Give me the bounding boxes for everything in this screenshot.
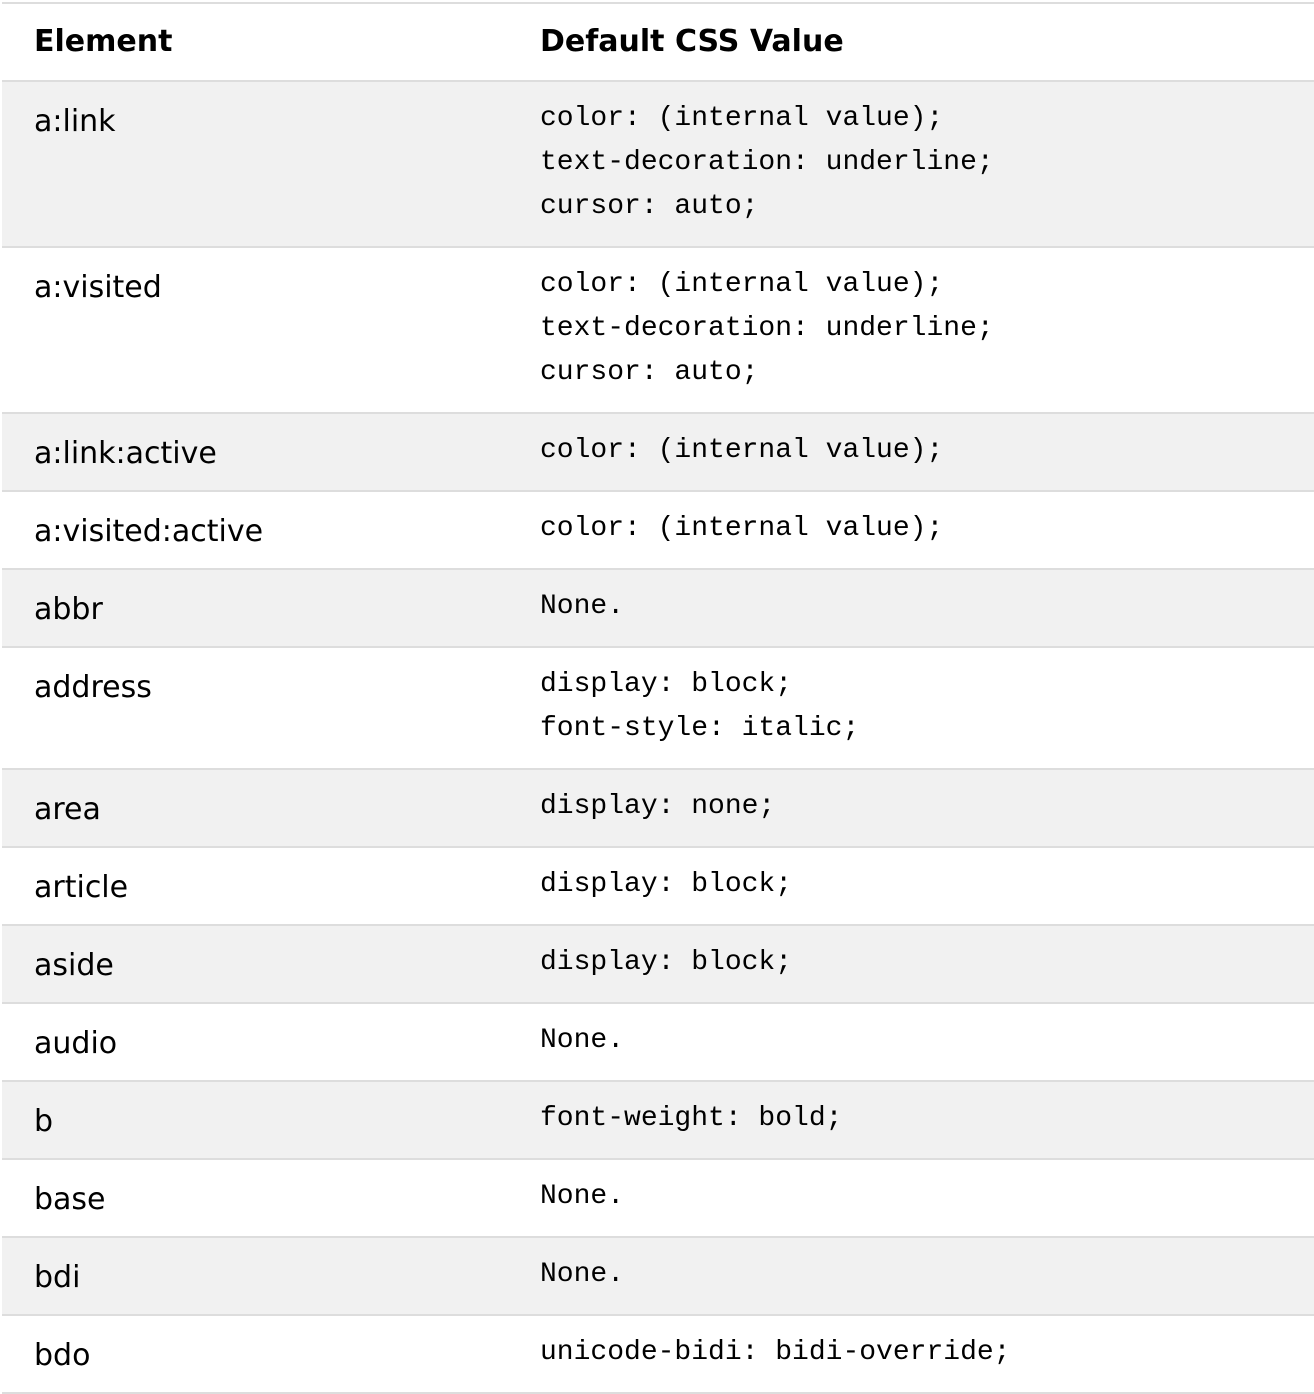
- element-name-cell: bdi: [34, 1260, 81, 1295]
- css-declaration-line: color: (internal value);: [540, 435, 944, 466]
- table-row: a:link:active color: (internal value);: [2, 414, 1314, 492]
- element-name-cell: audio: [34, 1026, 118, 1061]
- default-css-value-cell: color: (internal value); text-decoration:…: [540, 82, 1314, 246]
- default-css-value-cell: color: (internal value);: [540, 414, 1314, 490]
- table-header-row: Element Default CSS Value: [2, 4, 1314, 82]
- element-name-cell: aside: [34, 948, 114, 983]
- element-name-cell: bdo: [34, 1338, 91, 1373]
- css-declaration-line: display: block;: [540, 869, 793, 900]
- element-name-cell: a:link: [34, 104, 116, 139]
- css-declaration-line: color: (internal value);: [540, 103, 944, 134]
- css-declaration-line: display: block;: [540, 947, 793, 978]
- default-css-value-cell: display: block;: [540, 848, 1314, 924]
- table-row: bdi None.: [2, 1238, 1314, 1316]
- element-name-cell: article: [34, 870, 129, 905]
- css-declaration-line: color: (internal value);: [540, 513, 944, 544]
- element-name-cell: a:link:active: [34, 436, 217, 471]
- css-declaration-line: None.: [540, 1181, 625, 1212]
- default-css-value-cell: display: block;: [540, 926, 1314, 1002]
- element-name-cell: address: [34, 670, 152, 705]
- css-declaration-line: None.: [540, 1259, 625, 1290]
- table-row: base None.: [2, 1160, 1314, 1238]
- element-name-cell: b: [34, 1104, 54, 1139]
- table-row: address display: block; font-style: italic…: [2, 648, 1314, 770]
- table-row: a:visited color: (internal value); text-de…: [2, 248, 1314, 414]
- css-declaration-line: None.: [540, 591, 625, 622]
- default-css-value-cell: font-weight: bold;: [540, 1082, 1314, 1158]
- element-name-cell: area: [34, 792, 101, 827]
- default-css-value-cell: color: (internal value);: [540, 492, 1314, 568]
- table-row: aside display: block;: [2, 926, 1314, 1004]
- default-css-value-cell: color: (internal value); text-decoration:…: [540, 248, 1314, 412]
- element-name-cell: a:visited: [34, 270, 162, 305]
- css-declaration-line: font-weight: bold;: [540, 1103, 843, 1134]
- default-css-value-cell: None.: [540, 1004, 1314, 1080]
- table-row: area display: none;: [2, 770, 1314, 848]
- column-header-element: Element: [34, 24, 173, 59]
- default-css-value-cell: display: block; font-style: italic;: [540, 648, 1314, 768]
- table-row: audio None.: [2, 1004, 1314, 1082]
- table-row: bdo unicode-bidi: bidi-override;: [2, 1316, 1314, 1394]
- css-declaration-line: text-decoration: underline;: [540, 147, 994, 178]
- css-declaration-line: display: block;: [540, 669, 793, 700]
- table-row: article display: block;: [2, 848, 1314, 926]
- css-declaration-line: color: (internal value);: [540, 269, 944, 300]
- default-css-value-cell: None.: [540, 570, 1314, 646]
- default-css-value-cell: display: none;: [540, 770, 1314, 846]
- css-defaults-table: Element Default CSS Value a:link color: (…: [2, 2, 1314, 1394]
- table-body: a:link color: (internal value); text-decor…: [2, 82, 1314, 1394]
- element-name-cell: a:visited:active: [34, 514, 264, 549]
- css-declaration-line: text-decoration: underline;: [540, 313, 994, 344]
- table-row: a:link color: (internal value); text-decor…: [2, 82, 1314, 248]
- element-name-cell: base: [34, 1182, 106, 1217]
- element-name-cell: abbr: [34, 592, 103, 627]
- css-declaration-line: display: none;: [540, 791, 776, 822]
- table-row: abbr None.: [2, 570, 1314, 648]
- column-header-default-css-value: Default CSS Value: [540, 24, 844, 59]
- css-declaration-line: cursor: auto;: [540, 191, 759, 222]
- css-declaration-line: unicode-bidi: bidi-override;: [540, 1337, 1011, 1368]
- default-css-value-cell: None.: [540, 1238, 1314, 1314]
- css-declaration-line: font-style: italic;: [540, 713, 860, 744]
- table-row: a:visited:active color: (internal value);: [2, 492, 1314, 570]
- table-row: b font-weight: bold;: [2, 1082, 1314, 1160]
- default-css-value-cell: None.: [540, 1160, 1314, 1236]
- default-css-value-cell: unicode-bidi: bidi-override;: [540, 1316, 1314, 1392]
- css-declaration-line: None.: [540, 1025, 625, 1056]
- css-declaration-line: cursor: auto;: [540, 357, 759, 388]
